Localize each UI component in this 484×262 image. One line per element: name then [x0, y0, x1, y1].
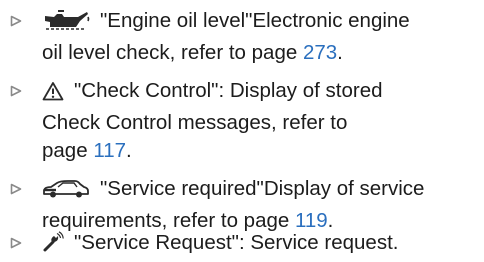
bullet-triangle-icon: [10, 77, 24, 105]
bullet-triangle-icon: [10, 7, 24, 35]
feature-list: "Engine oil level"Electronic engine oil …: [0, 0, 484, 262]
item-text: "Service Request": Service request.: [42, 229, 482, 261]
text-segment: "Service Request": Service request.: [74, 231, 399, 254]
page-link[interactable]: 117: [93, 139, 126, 162]
text-line: oil level check, refer to page 273.: [42, 39, 482, 67]
item-text: "Check Control": Display of stored Check…: [42, 77, 482, 165]
bullet-triangle-icon: [10, 229, 24, 257]
text-segment: .: [126, 139, 132, 162]
page-link[interactable]: 273: [303, 41, 337, 64]
text-segment: Check Control messages, refer to: [42, 111, 348, 134]
wrench-signal-icon: [42, 231, 64, 261]
text-segment: oil level check, refer to page: [42, 41, 303, 64]
text-segment: page: [42, 139, 94, 162]
text-segment: "Check Control": Display of stored: [74, 79, 383, 102]
text-line: Check Control messages, refer to: [42, 109, 482, 137]
warning-triangle-icon: [42, 81, 64, 109]
text-line: "Check Control": Display of stored: [42, 77, 482, 109]
text-line: "Service Request": Service request.: [42, 229, 482, 261]
item-text: "Service required"Display of service req…: [42, 175, 482, 235]
bullet-triangle-icon: [10, 175, 24, 203]
text-segment: "Engine oil level"Electronic engine: [100, 9, 410, 32]
text-line: "Engine oil level"Electronic engine: [42, 7, 482, 39]
item-text: "Engine oil level"Electronic engine oil …: [42, 7, 482, 67]
text-segment: "Service required"Display of service: [100, 177, 425, 200]
oil-can-icon: [42, 9, 90, 39]
text-segment: .: [337, 41, 343, 64]
car-service-icon: [42, 179, 90, 207]
text-line: page 117.: [42, 137, 482, 165]
text-line: "Service required"Display of service: [42, 175, 482, 207]
